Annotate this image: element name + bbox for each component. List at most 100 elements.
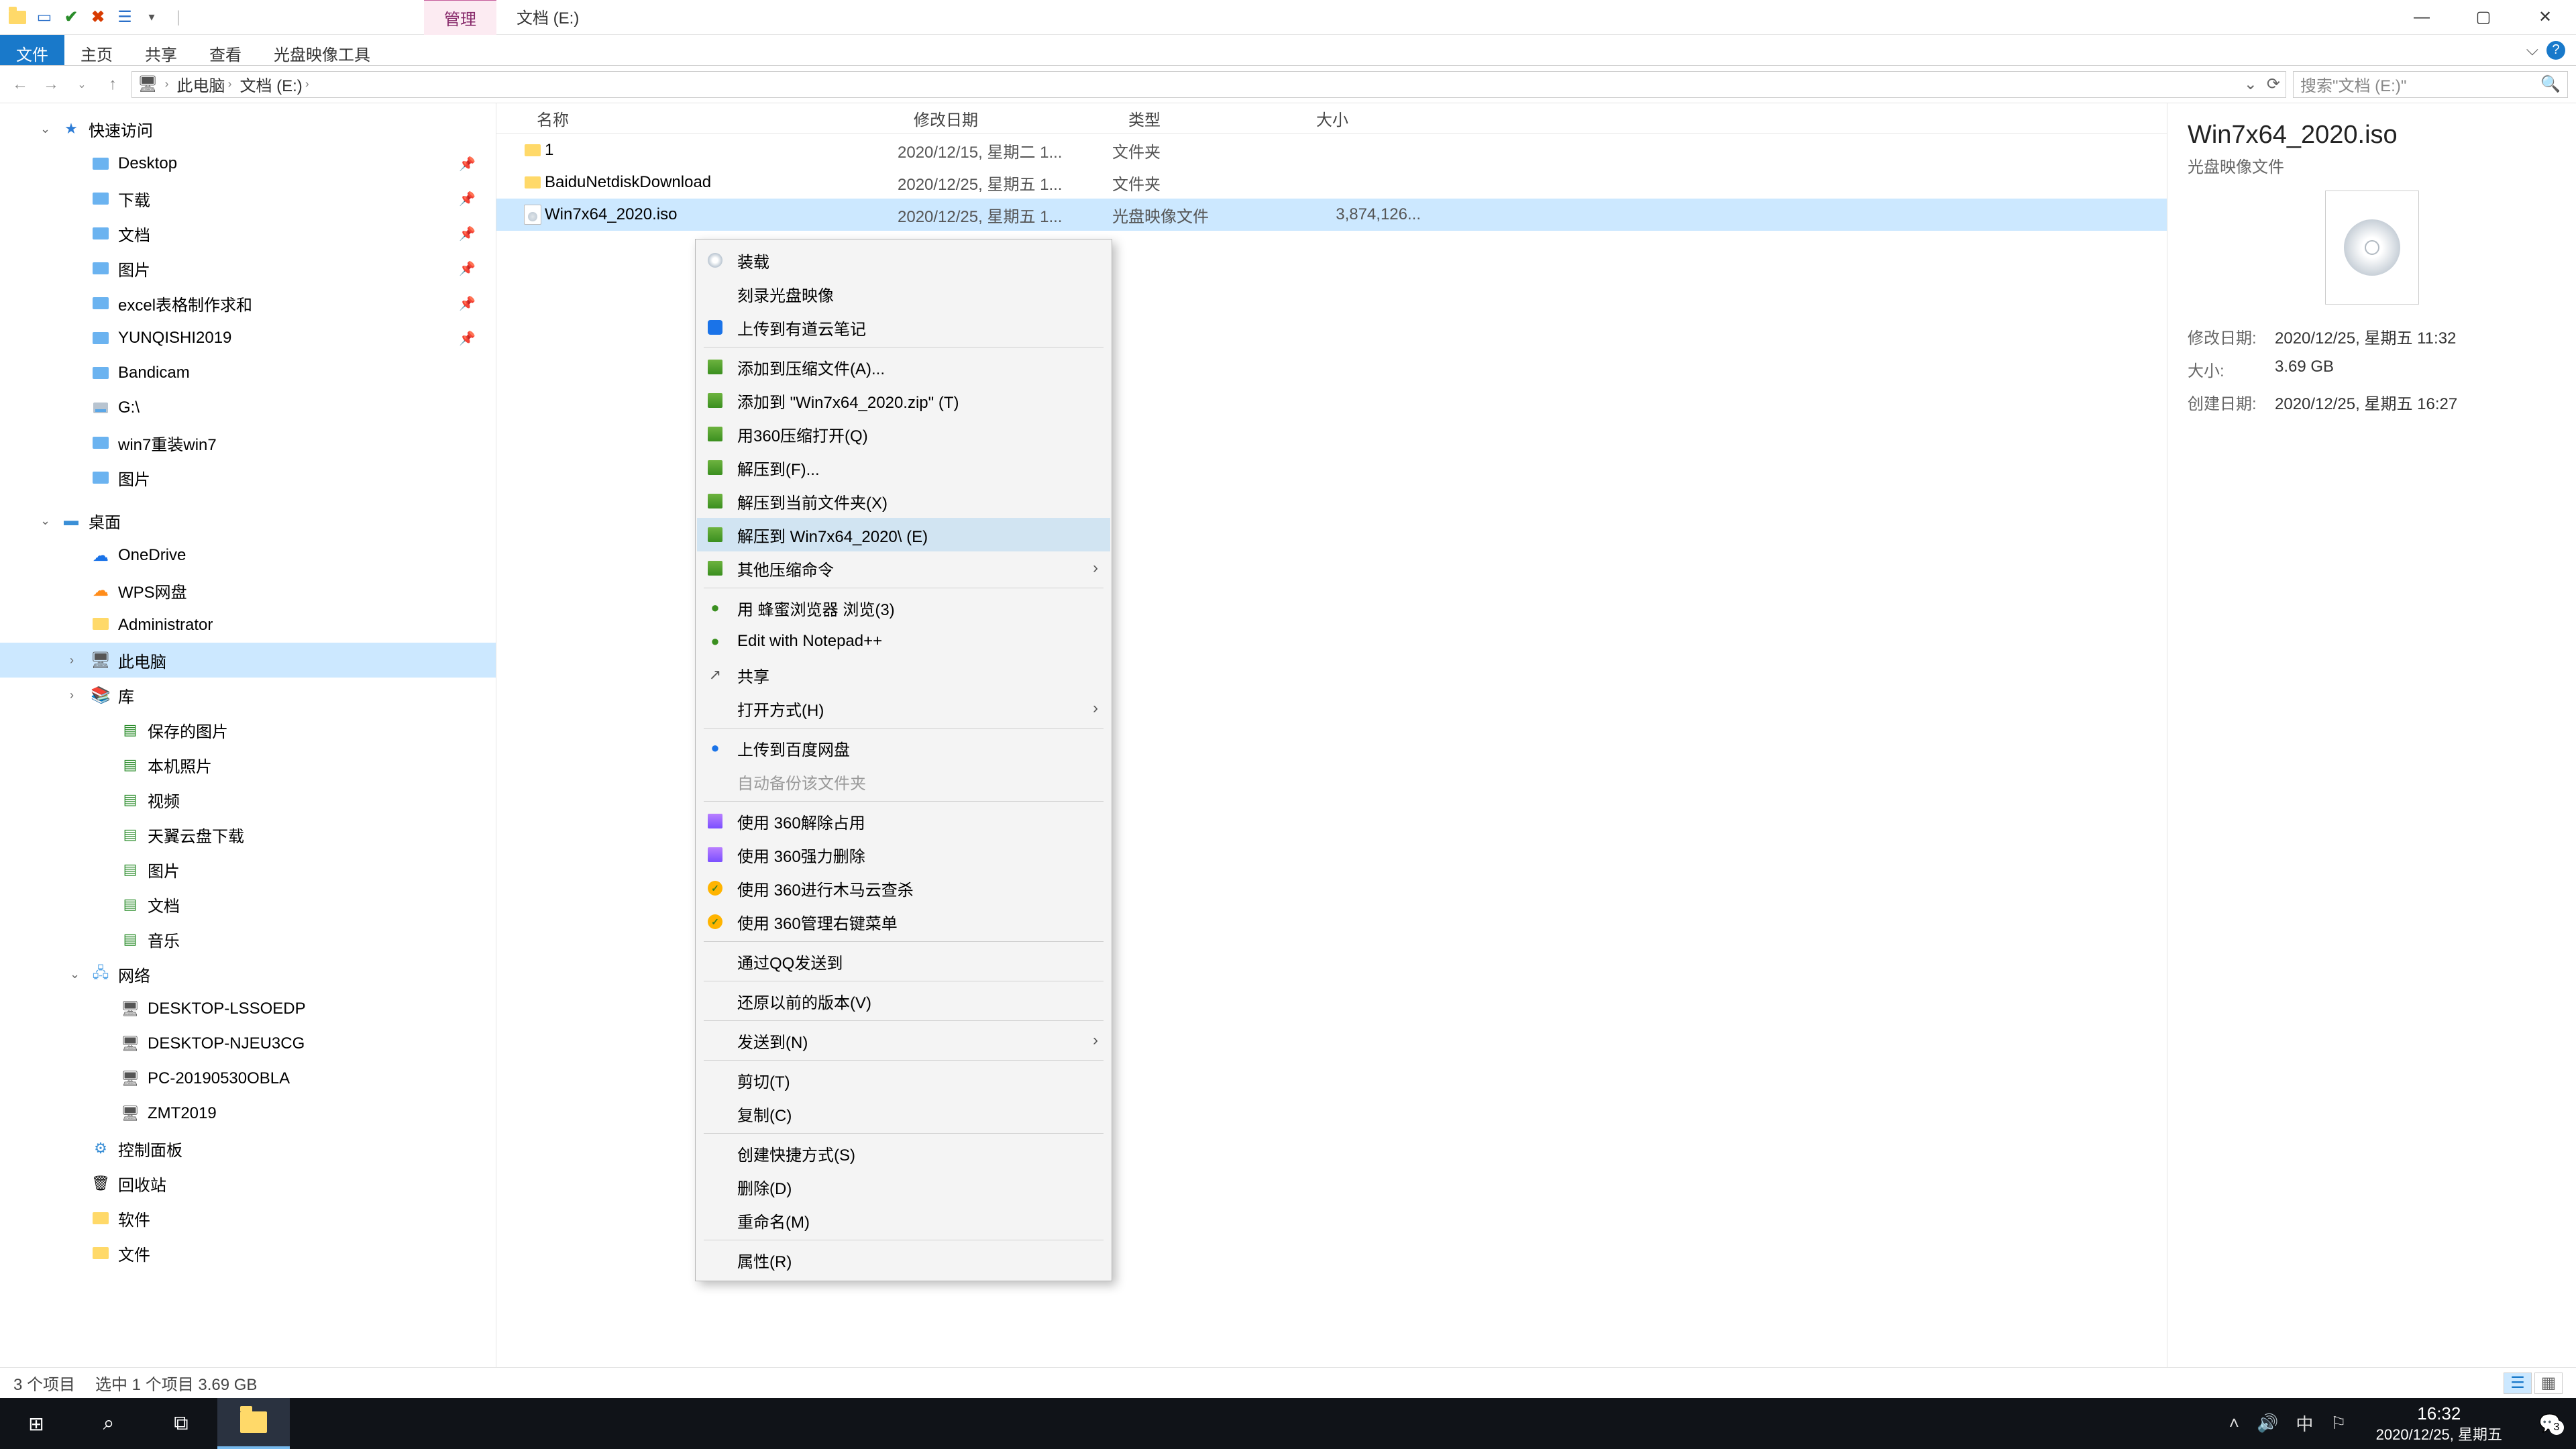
properties-icon[interactable]: ☰ xyxy=(114,7,136,28)
tree-desktop[interactable]: ⌄ ▬ 桌面 xyxy=(0,503,496,538)
context-menu-item[interactable]: 其他压缩命令› xyxy=(697,551,1110,585)
col-size[interactable]: 大小 xyxy=(1316,107,1450,130)
context-menu-item[interactable]: 解压到(F)... xyxy=(697,451,1110,484)
tree-item[interactable]: ▤音乐 xyxy=(0,922,496,957)
taskbar[interactable]: ⊞ ⌕ ⧉ ˄ 🔊 中 ⚐ 16:32 2020/12/25, 星期五 💬 3 xyxy=(0,1398,2576,1449)
tree-item[interactable]: 图片 xyxy=(0,460,496,495)
help-icon[interactable]: ? xyxy=(2546,41,2565,60)
context-menu-item[interactable]: 用360压缩打开(Q) xyxy=(697,417,1110,451)
context-menu-item[interactable]: 打开方式(H)› xyxy=(697,692,1110,725)
save-icon[interactable]: ▭ xyxy=(34,7,55,28)
context-menu-item[interactable]: 删除(D) xyxy=(697,1170,1110,1203)
col-name[interactable]: 名称 xyxy=(537,107,914,130)
tab-view[interactable]: 查看 xyxy=(193,35,258,65)
tree-item[interactable]: ›🖥此电脑 xyxy=(0,643,496,678)
context-menu-item[interactable]: 创建快捷方式(S) xyxy=(697,1136,1110,1170)
context-menu-item[interactable]: 添加到压缩文件(A)... xyxy=(697,350,1110,384)
tab-share[interactable]: 共享 xyxy=(129,35,193,65)
check-icon[interactable]: ✔ xyxy=(60,7,82,28)
chevron-icon[interactable]: › xyxy=(70,688,83,702)
tree-item[interactable]: G:\ xyxy=(0,390,496,425)
context-menu-item[interactable]: 发送到(N)› xyxy=(697,1024,1110,1057)
tab-home[interactable]: 主页 xyxy=(64,35,129,65)
tray-overflow-icon[interactable]: ˄ xyxy=(2229,1413,2239,1434)
tab-disc-tools[interactable]: 光盘映像工具 xyxy=(258,35,386,65)
context-menu[interactable]: 装载刻录光盘映像上传到有道云笔记添加到压缩文件(A)...添加到 "Win7x6… xyxy=(695,239,1112,1281)
context-menu-item[interactable]: ●上传到百度网盘 xyxy=(697,731,1110,765)
tree-item[interactable]: ›📚库 xyxy=(0,678,496,712)
context-menu-item[interactable]: 刻录光盘映像 xyxy=(697,277,1110,311)
tree-item[interactable]: Administrator xyxy=(0,608,496,643)
context-menu-item[interactable]: 使用 360强力删除 xyxy=(697,838,1110,871)
notifications-button[interactable]: 💬 3 xyxy=(2532,1405,2568,1442)
context-menu-item[interactable]: 还原以前的版本(V) xyxy=(697,984,1110,1018)
context-menu-item[interactable]: 剪切(T) xyxy=(697,1063,1110,1097)
security-icon[interactable]: ⚐ xyxy=(2330,1413,2346,1434)
tree-item[interactable]: win7重装win7 xyxy=(0,425,496,460)
tree-quick-access[interactable]: ⌄ ★ 快速访问 xyxy=(0,111,496,146)
back-button[interactable]: ← xyxy=(8,72,32,97)
minimize-button[interactable]: ― xyxy=(2391,0,2453,35)
tree-control-panel[interactable]: ⚙ 控制面板 xyxy=(0,1131,496,1166)
tree-recycle[interactable]: 🗑 回收站 xyxy=(0,1166,496,1201)
tree-software[interactable]: 软件 xyxy=(0,1201,496,1236)
volume-icon[interactable]: 🔊 xyxy=(2257,1413,2278,1434)
start-button[interactable]: ⊞ xyxy=(0,1398,72,1449)
context-menu-item[interactable]: ↗共享 xyxy=(697,658,1110,692)
view-icons-button[interactable]: ▦ xyxy=(2534,1373,2563,1394)
tree-item[interactable]: 🖥ZMT2019 xyxy=(0,1096,496,1131)
forward-button[interactable]: → xyxy=(39,72,63,97)
refresh-icon[interactable]: ⟳ xyxy=(2267,74,2280,94)
tree-item[interactable]: 文档📌 xyxy=(0,216,496,251)
tab-file[interactable]: 文件 xyxy=(0,35,64,65)
tree-network[interactable]: ⌄ 🖧 网络 xyxy=(0,957,496,991)
nav-tree[interactable]: ⌄ ★ 快速访问 Desktop📌下载📌文档📌图片📌excel表格制作求和📌YU… xyxy=(0,103,496,1367)
context-menu-item[interactable]: 通过QQ发送到 xyxy=(697,945,1110,978)
chevron-down-icon[interactable]: ⌄ xyxy=(40,122,54,136)
column-headers[interactable]: 名称 修改日期 类型 大小 xyxy=(496,103,2167,134)
ime-icon[interactable]: 中 xyxy=(2296,1411,2313,1436)
chevron-down-icon[interactable]: ⌄ xyxy=(70,967,83,981)
context-menu-item[interactable]: 解压到当前文件夹(X) xyxy=(697,484,1110,518)
breadcrumb-seg[interactable]: › xyxy=(158,77,172,91)
file-row[interactable]: BaiduNetdiskDownload2020/12/25, 星期五 1...… xyxy=(496,166,2167,199)
tree-item[interactable]: 🖥DESKTOP-NJEU3CG xyxy=(0,1026,496,1061)
tree-item[interactable]: excel表格制作求和📌 xyxy=(0,286,496,321)
address-bar[interactable]: 🖥 › 此电脑› 文档 (E:)› ⌄ ⟳ xyxy=(131,71,2286,98)
tree-documents[interactable]: 文件 xyxy=(0,1236,496,1271)
task-view-button[interactable]: ⧉ xyxy=(145,1398,217,1449)
context-menu-item[interactable]: ●Edit with Notepad++ xyxy=(697,625,1110,658)
context-menu-item[interactable]: 装载 xyxy=(697,244,1110,277)
tree-item[interactable]: ▤图片 xyxy=(0,852,496,887)
tree-item[interactable]: ☁OneDrive xyxy=(0,538,496,573)
search-button[interactable]: ⌕ xyxy=(72,1398,145,1449)
col-date[interactable]: 修改日期 xyxy=(914,107,1128,130)
context-menu-item[interactable]: ✓使用 360进行木马云查杀 xyxy=(697,871,1110,905)
breadcrumb-seg[interactable]: 文档 (E:)› xyxy=(235,72,313,96)
qat-dropdown-icon[interactable]: ▾ xyxy=(141,7,162,28)
context-menu-item[interactable]: 添加到 "Win7x64_2020.zip" (T) xyxy=(697,384,1110,417)
file-row[interactable]: 12020/12/15, 星期二 1...文件夹 xyxy=(496,134,2167,166)
maximize-button[interactable]: ▢ xyxy=(2453,0,2514,35)
tree-item[interactable]: Bandicam xyxy=(0,356,496,390)
search-input[interactable]: 搜索"文档 (E:)" 🔍 xyxy=(2293,71,2568,98)
context-menu-item[interactable]: 属性(R) xyxy=(697,1243,1110,1277)
view-details-button[interactable]: ☰ xyxy=(2504,1373,2532,1394)
file-row[interactable]: Win7x64_2020.iso2020/12/25, 星期五 1...光盘映像… xyxy=(496,199,2167,231)
close-red-icon[interactable]: ✖ xyxy=(87,7,109,28)
manage-tab[interactable]: 管理 xyxy=(424,0,496,35)
context-menu-item[interactable]: 上传到有道云笔记 xyxy=(697,311,1110,344)
context-menu-item[interactable]: ●用 蜂蜜浏览器 浏览(3) xyxy=(697,591,1110,625)
clock[interactable]: 16:32 2020/12/25, 星期五 xyxy=(2364,1403,2514,1444)
up-button[interactable]: ↑ xyxy=(101,72,125,97)
context-menu-item[interactable]: ✓使用 360管理右键菜单 xyxy=(697,905,1110,938)
breadcrumb-seg[interactable]: 此电脑› xyxy=(172,72,235,96)
addr-dropdown-icon[interactable]: ⌄ xyxy=(2244,74,2257,94)
close-button[interactable]: ✕ xyxy=(2514,0,2576,35)
context-menu-item[interactable]: 解压到 Win7x64_2020\ (E) xyxy=(697,518,1110,551)
tree-item[interactable]: 🖥PC-20190530OBLA xyxy=(0,1061,496,1096)
col-type[interactable]: 类型 xyxy=(1128,107,1316,130)
tree-item[interactable]: 下载📌 xyxy=(0,181,496,216)
context-menu-item[interactable]: 重命名(M) xyxy=(697,1203,1110,1237)
chevron-icon[interactable]: › xyxy=(70,653,83,667)
